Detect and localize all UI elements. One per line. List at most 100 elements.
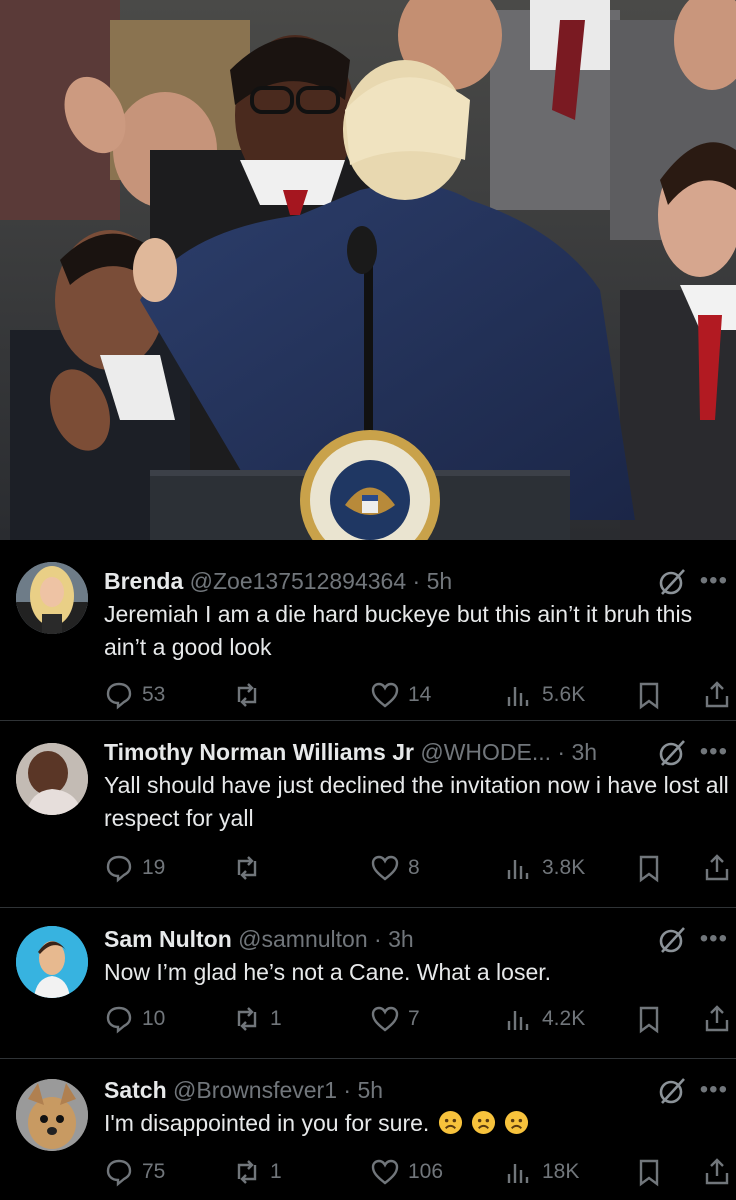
frowning-face-emoji-icon	[505, 1110, 529, 1135]
views-count: 4.2K	[542, 1007, 586, 1030]
share-icon	[705, 854, 729, 881]
reply-button[interactable]: 10	[104, 1002, 165, 1036]
bookmark-button[interactable]	[634, 851, 672, 885]
avatar[interactable]	[16, 1079, 88, 1151]
author-handle[interactable]: @Brownsfever1	[173, 1077, 337, 1103]
reply-time[interactable]: 3h	[388, 926, 414, 952]
reply-icon	[106, 682, 132, 710]
like-button[interactable]: 8	[370, 851, 420, 885]
views-count: 3.8K	[542, 856, 586, 879]
repost-icon	[237, 1007, 257, 1031]
reply-icon	[106, 1159, 132, 1187]
avatar[interactable]	[16, 562, 88, 634]
reply-item[interactable]: Sam Nulton @samnulton · 3h ••• Now I’m g…	[0, 908, 736, 1058]
author-handle[interactable]: @WHODE...	[420, 739, 551, 765]
woman-blonde-avatar-icon	[16, 562, 88, 634]
like-button[interactable]: 7	[370, 1002, 420, 1036]
heart-icon	[371, 1159, 399, 1185]
views-button[interactable]: 18K	[504, 1155, 579, 1189]
bookmark-button[interactable]	[634, 1155, 672, 1189]
share-icon	[705, 1005, 729, 1032]
bookmark-icon	[639, 682, 659, 710]
reply-text: I'm disappointed in you for sure.	[104, 1107, 729, 1140]
repost-button[interactable]	[232, 851, 270, 885]
reply-icon	[106, 1006, 132, 1034]
repost-count: 1	[270, 1160, 282, 1183]
reply-actions: 53 14 5.6K	[104, 678, 734, 712]
views-button[interactable]: 4.2K	[504, 1002, 585, 1036]
author-handle[interactable]: @samnulton	[238, 926, 367, 952]
author-handle[interactable]: @Zoe137512894364	[190, 568, 406, 594]
like-button[interactable]: 106	[370, 1155, 443, 1189]
reply-item[interactable]: Timothy Norman Williams Jr @WHODE... · 3…	[0, 721, 736, 907]
more-icon[interactable]: •••	[700, 1075, 728, 1105]
repost-button[interactable]	[232, 678, 270, 712]
like-count: 8	[408, 856, 420, 879]
views-count: 5.6K	[542, 683, 586, 706]
reply-count: 19	[142, 856, 166, 879]
more-icon[interactable]: •••	[700, 737, 728, 767]
reply-count: 53	[142, 683, 166, 706]
more-icon[interactable]: •••	[700, 566, 728, 596]
grok-icon[interactable]	[658, 567, 688, 597]
like-count: 14	[408, 683, 432, 706]
grok-icon[interactable]	[658, 1076, 688, 1106]
views-button[interactable]: 5.6K	[504, 678, 585, 712]
bookmark-button[interactable]	[634, 678, 672, 712]
heart-icon	[371, 682, 399, 708]
heart-icon	[371, 1006, 399, 1032]
man-avatar-icon	[16, 743, 88, 815]
reply-item[interactable]: Brenda @Zoe137512894364 · 5h ••• Jeremia…	[0, 554, 736, 720]
reply-actions: 19 8 3.8K	[104, 851, 734, 885]
share-icon	[705, 1158, 729, 1185]
avatar[interactable]	[16, 743, 88, 815]
grok-icon[interactable]	[658, 738, 688, 768]
bookmark-icon	[639, 1159, 659, 1187]
author-name[interactable]: Sam Nulton	[104, 926, 232, 952]
event-photo-image	[0, 0, 736, 540]
like-button[interactable]: 14	[370, 678, 431, 712]
reply-button[interactable]: 75	[104, 1155, 165, 1189]
views-icon	[507, 1011, 529, 1030]
reply-header: Timothy Norman Williams Jr @WHODE... · 3…	[104, 739, 598, 765]
reply-icon	[106, 855, 132, 883]
grok-icon[interactable]	[658, 925, 688, 955]
news-photo	[0, 0, 736, 540]
like-count: 106	[408, 1160, 444, 1183]
share-icon	[705, 681, 729, 708]
views-icon	[507, 687, 529, 706]
reply-text: Jeremiah I am a die hard buckeye but thi…	[104, 601, 693, 660]
reply-header: Brenda @Zoe137512894364 · 5h	[104, 568, 453, 594]
reply-time[interactable]: 5h	[357, 1077, 383, 1103]
reply-header: Satch @Brownsfever1 · 5h	[104, 1077, 384, 1103]
reply-text: Yall should have just declined the invit…	[104, 772, 729, 831]
cartoon-man-avatar-icon	[16, 926, 88, 998]
reply-time[interactable]: 3h	[571, 739, 597, 765]
bookmark-icon	[639, 1006, 659, 1034]
share-button[interactable]	[702, 1155, 736, 1189]
reply-button[interactable]: 19	[104, 851, 165, 885]
repost-button[interactable]: 1	[232, 1155, 282, 1189]
views-button[interactable]: 3.8K	[504, 851, 585, 885]
share-button[interactable]	[702, 678, 736, 712]
avatar[interactable]	[16, 926, 88, 998]
reply-time[interactable]: 5h	[427, 568, 453, 594]
reply-actions: 10 1 7 4.2K	[104, 1002, 734, 1036]
repost-button[interactable]: 1	[232, 1002, 282, 1036]
reply-button[interactable]: 53	[104, 678, 165, 712]
repost-icon	[237, 856, 257, 880]
more-icon[interactable]: •••	[700, 924, 728, 954]
share-button[interactable]	[702, 1002, 736, 1036]
views-icon	[507, 1164, 529, 1183]
author-name[interactable]: Satch	[104, 1077, 167, 1103]
reply-item[interactable]: Satch @Brownsfever1 · 5h ••• I'm disappo…	[0, 1059, 736, 1200]
reply-count: 75	[142, 1160, 166, 1183]
author-name[interactable]: Timothy Norman Williams Jr	[104, 739, 414, 765]
reply-header: Sam Nulton @samnulton · 3h	[104, 926, 414, 952]
author-name[interactable]: Brenda	[104, 568, 183, 594]
reply-count: 10	[142, 1007, 166, 1030]
share-button[interactable]	[702, 851, 736, 885]
bookmark-icon	[639, 855, 659, 883]
views-count: 18K	[542, 1160, 580, 1183]
bookmark-button[interactable]	[634, 1002, 672, 1036]
